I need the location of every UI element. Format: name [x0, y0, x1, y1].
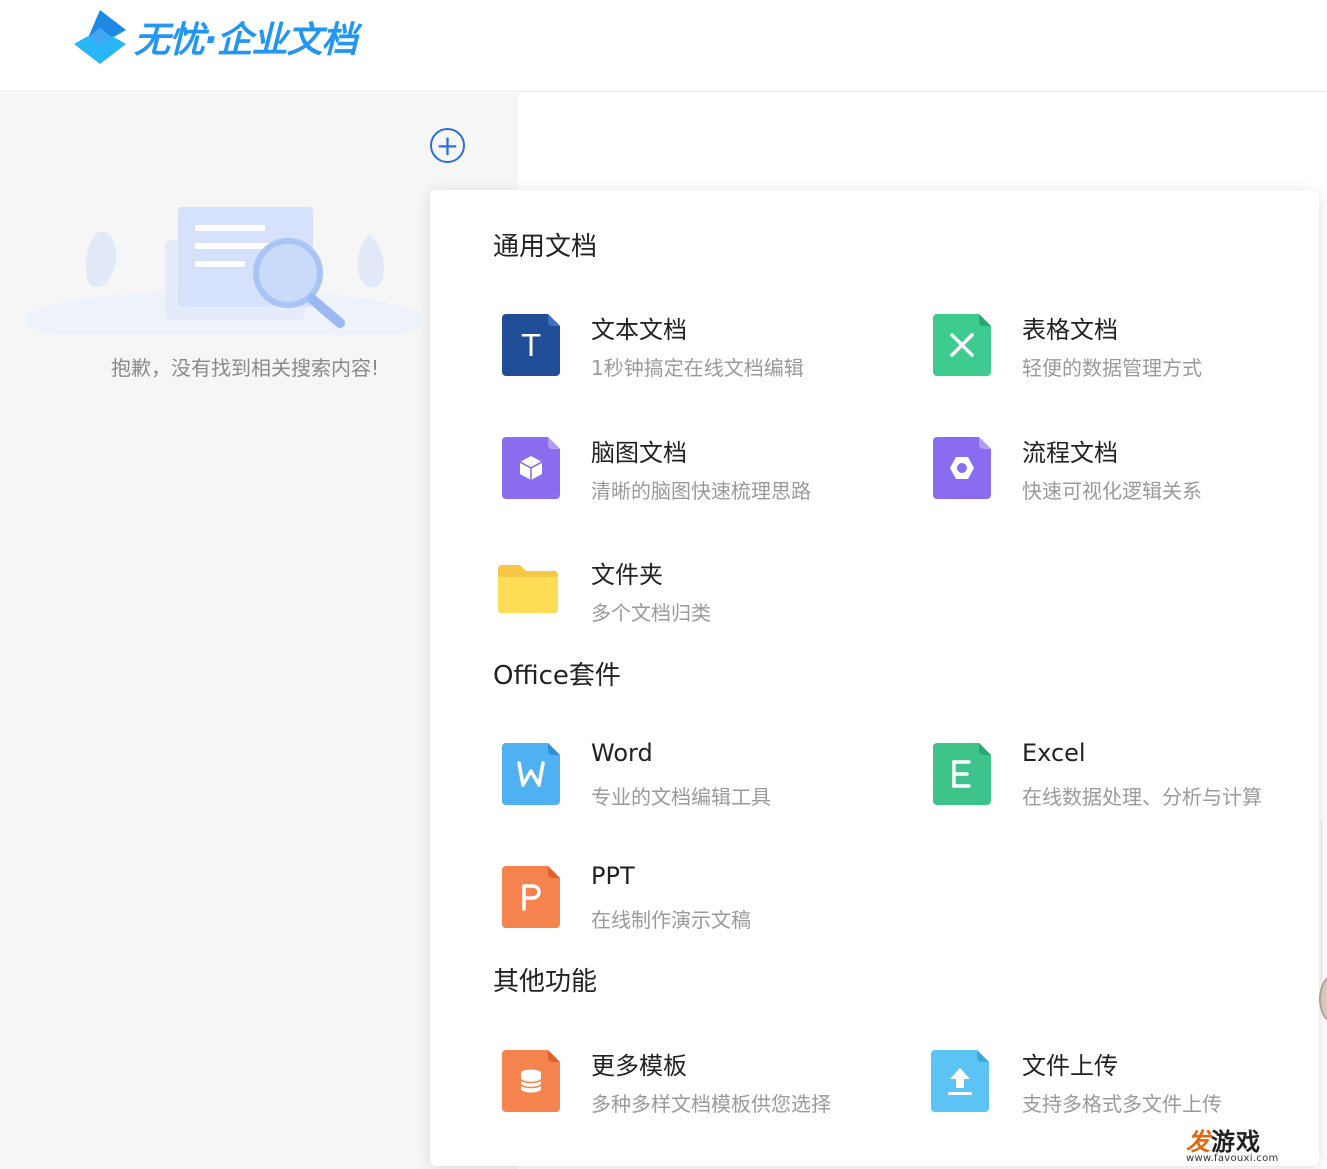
brand-logo[interactable]: 无忧·企业文档 — [72, 8, 358, 66]
item-desc: 清晰的脑图快速梳理思路 — [591, 479, 811, 503]
menu-item-word[interactable]: Word 专业的文档编辑工具 — [498, 739, 898, 819]
item-name: 流程文档 — [1022, 439, 1118, 467]
item-name: Excel — [1022, 739, 1086, 767]
item-name: 更多模板 — [591, 1052, 687, 1080]
folder-icon — [498, 565, 558, 613]
svg-text:T: T — [521, 329, 541, 364]
menu-item-ppt[interactable]: PPT 在线制作演示文稿 — [498, 862, 898, 942]
item-name: 文本文档 — [591, 316, 687, 344]
item-desc: 快速可视化逻辑关系 — [1022, 479, 1202, 503]
flow-doc-icon — [933, 437, 991, 499]
watermark: 发游戏 www.favouxi.com — [1186, 1122, 1286, 1164]
sheet-doc-icon — [933, 314, 991, 376]
upload-icon — [931, 1050, 989, 1112]
item-desc: 1秒钟搞定在线文档编辑 — [591, 356, 804, 380]
add-new-button[interactable]: + — [430, 128, 465, 163]
logo-mark-icon — [74, 10, 126, 64]
logo-text: 无忧·企业文档 — [134, 20, 358, 61]
item-desc: 多种多样文档模板供您选择 — [591, 1092, 831, 1116]
item-name: 文件夹 — [591, 561, 663, 589]
item-name: 文件上传 — [1022, 1052, 1118, 1080]
word-icon — [502, 743, 560, 805]
menu-item-text-doc[interactable]: T 文本文档 1秒钟搞定在线文档编辑 — [498, 310, 898, 390]
menu-item-sheet-doc[interactable]: 表格文档 轻便的数据管理方式 — [929, 310, 1327, 390]
menu-item-templates[interactable]: 更多模板 多种多样文档模板供您选择 — [498, 1046, 898, 1126]
menu-item-upload[interactable]: 文件上传 支持多格式多文件上传 — [927, 1046, 1327, 1126]
section-title-office: Office套件 — [493, 661, 621, 691]
section-title-other: 其他功能 — [493, 967, 598, 997]
create-menu-popup: 通用文档 T 文本文档 1秒钟搞定在线文档编辑 表格文档 轻便的数据管理方式 脑… — [430, 190, 1319, 1166]
divider — [1321, 820, 1327, 990]
item-name: Word — [591, 739, 653, 767]
text-doc-icon: T — [502, 314, 560, 376]
section-title-general: 通用文档 — [493, 232, 598, 262]
item-name: 表格文档 — [1022, 316, 1118, 344]
item-name: PPT — [591, 862, 635, 890]
item-desc: 多个文档归类 — [591, 601, 711, 625]
top-header: 无忧·企业文档 — [0, 0, 1327, 92]
item-desc: 在线数据处理、分析与计算 — [1022, 785, 1262, 809]
plus-icon: + — [435, 128, 460, 162]
empty-message: 抱歉，没有找到相关搜索内容! — [110, 356, 380, 380]
mindmap-doc-icon — [502, 437, 560, 499]
ppt-icon — [502, 866, 560, 928]
excel-icon — [933, 743, 991, 805]
template-icon — [502, 1050, 560, 1112]
item-desc: 支持多格式多文件上传 — [1022, 1092, 1222, 1116]
watermark-url: www.favouxi.com — [1186, 1153, 1279, 1164]
menu-item-flow-doc[interactable]: 流程文档 快速可视化逻辑关系 — [929, 433, 1327, 513]
item-desc: 在线制作演示文稿 — [591, 908, 751, 932]
empty-search-illustration — [25, 207, 425, 335]
item-desc: 专业的文档编辑工具 — [591, 785, 771, 809]
watermark-text: 游戏 — [1211, 1128, 1261, 1156]
watermark-mark: 发 — [1186, 1128, 1211, 1156]
menu-item-folder[interactable]: 文件夹 多个文档归类 — [496, 555, 896, 635]
item-name: 脑图文档 — [591, 439, 687, 467]
menu-item-excel[interactable]: Excel 在线数据处理、分析与计算 — [929, 739, 1327, 819]
item-desc: 轻便的数据管理方式 — [1022, 356, 1202, 380]
menu-item-mindmap-doc[interactable]: 脑图文档 清晰的脑图快速梳理思路 — [498, 433, 898, 513]
